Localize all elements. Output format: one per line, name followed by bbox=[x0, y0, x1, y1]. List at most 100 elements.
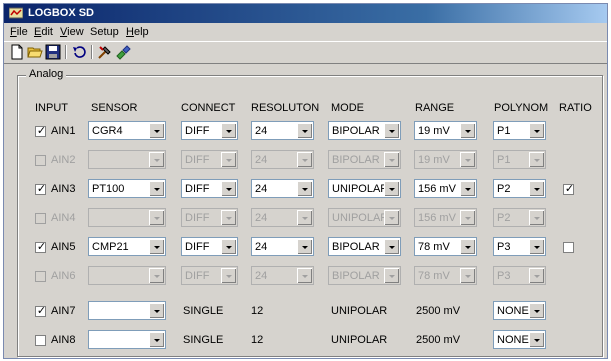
open-folder-icon[interactable] bbox=[27, 44, 43, 60]
sensor-select[interactable]: CMP21 bbox=[88, 237, 166, 256]
mode-select[interactable]: BIPOLAR bbox=[328, 237, 401, 256]
ratio-checkbox[interactable] bbox=[563, 242, 574, 253]
channel-row-ain2: AIN2 DIFF 24 BIPOLAR 19 mV P1 bbox=[0, 150, 611, 170]
settings-tools-icon[interactable] bbox=[97, 44, 113, 60]
chevron-down-icon[interactable] bbox=[529, 181, 544, 196]
header-mode: MODE bbox=[331, 102, 364, 114]
mode-select-value: BIPOLAR bbox=[332, 241, 380, 253]
title-bar[interactable]: LOGBOX SD bbox=[4, 4, 607, 23]
resolution-select[interactable]: 24 bbox=[251, 237, 314, 256]
polynom-select-value: NONE bbox=[497, 305, 529, 317]
range-select[interactable]: 19 mV bbox=[414, 121, 477, 140]
polynom-select[interactable]: NONE bbox=[493, 330, 546, 349]
chevron-down-icon bbox=[221, 210, 236, 225]
chevron-down-icon[interactable] bbox=[297, 181, 312, 196]
chevron-down-icon[interactable] bbox=[529, 332, 544, 347]
connect-select: DIFF bbox=[181, 150, 238, 169]
channel-enable-checkbox[interactable]: ✓ bbox=[35, 304, 46, 317]
chevron-down-icon[interactable] bbox=[149, 239, 164, 254]
chevron-down-icon[interactable] bbox=[460, 239, 475, 254]
resolution-select-value: 24 bbox=[255, 212, 268, 224]
chevron-down-icon[interactable] bbox=[297, 123, 312, 138]
ratio-checkbox[interactable]: ✓ bbox=[563, 182, 574, 195]
check-mark-icon: ✓ bbox=[36, 240, 47, 253]
toolbar bbox=[4, 41, 607, 64]
menu-setup[interactable]: Setup bbox=[90, 25, 119, 39]
chevron-down-icon[interactable] bbox=[460, 181, 475, 196]
mode-select-value: UNIPOLAR bbox=[332, 183, 389, 195]
resolution-select-value: 24 bbox=[255, 241, 268, 253]
connect-select-value: DIFF bbox=[185, 183, 210, 195]
sensor-select bbox=[88, 208, 166, 227]
chevron-down-icon bbox=[221, 268, 236, 283]
range-select: 19 mV bbox=[414, 150, 477, 169]
menu-help[interactable]: Help bbox=[126, 25, 149, 39]
chevron-down-icon[interactable] bbox=[529, 123, 544, 138]
chevron-down-icon[interactable] bbox=[529, 239, 544, 254]
connect-select[interactable]: DIFF bbox=[181, 237, 238, 256]
channel-name: AIN7 bbox=[51, 305, 76, 317]
channel-enable-checkbox[interactable] bbox=[35, 213, 46, 224]
connect-icon[interactable] bbox=[115, 44, 131, 60]
channel-enable-checkbox[interactable]: ✓ bbox=[35, 240, 47, 253]
polynom-select[interactable]: P3 bbox=[493, 237, 546, 256]
polynom-select[interactable]: P1 bbox=[493, 121, 546, 140]
chevron-down-icon[interactable] bbox=[221, 123, 236, 138]
app-icon bbox=[9, 7, 23, 19]
sensor-select[interactable] bbox=[88, 301, 166, 320]
chevron-down-icon bbox=[149, 152, 164, 167]
chevron-down-icon[interactable] bbox=[149, 123, 164, 138]
chevron-down-icon[interactable] bbox=[460, 123, 475, 138]
channel-enable-checkbox[interactable] bbox=[35, 155, 46, 166]
menu-edit[interactable]: Edit bbox=[34, 25, 53, 39]
save-icon[interactable] bbox=[45, 44, 61, 60]
channel-name: AIN1 bbox=[51, 125, 76, 137]
connect-select[interactable]: DIFF bbox=[181, 121, 238, 140]
polynom-select-value: P2 bbox=[497, 183, 511, 195]
connect-select[interactable]: DIFF bbox=[181, 179, 238, 198]
chevron-down-icon[interactable] bbox=[221, 239, 236, 254]
resolution-select: 24 bbox=[251, 208, 314, 227]
resolution-select[interactable]: 24 bbox=[251, 179, 314, 198]
chevron-down-icon[interactable] bbox=[529, 303, 544, 318]
channel-name: AIN8 bbox=[51, 334, 76, 346]
undo-icon[interactable] bbox=[71, 44, 87, 60]
channel-enable-checkbox[interactable] bbox=[35, 271, 46, 282]
new-document-icon[interactable] bbox=[9, 44, 25, 60]
header-resolution: RESOLUTON bbox=[251, 102, 320, 114]
toolbar-separator bbox=[65, 45, 67, 59]
polynom-select[interactable]: NONE bbox=[493, 301, 546, 320]
resolution-select[interactable]: 24 bbox=[251, 121, 314, 140]
channel-row-ain5: ✓ AIN5 CMP21 DIFF 24 BIPOLAR 78 mV P3 bbox=[0, 237, 611, 257]
menu-file[interactable]: File bbox=[10, 25, 28, 39]
chevron-down-icon[interactable] bbox=[149, 181, 164, 196]
connect-select-value: DIFF bbox=[185, 212, 210, 224]
mode-select-value: UNIPOLAR bbox=[332, 212, 389, 224]
connect-value: SINGLE bbox=[183, 334, 224, 346]
header-range: RANGE bbox=[415, 102, 455, 114]
chevron-down-icon[interactable] bbox=[221, 181, 236, 196]
chevron-down-icon bbox=[384, 152, 399, 167]
mode-select[interactable]: BIPOLAR bbox=[328, 121, 401, 140]
range-select[interactable]: 156 mV bbox=[414, 179, 477, 198]
chevron-down-icon[interactable] bbox=[149, 332, 164, 347]
chevron-down-icon[interactable] bbox=[384, 181, 399, 196]
sensor-select[interactable]: CGR4 bbox=[88, 121, 166, 140]
chevron-down-icon bbox=[529, 210, 544, 225]
chevron-down-icon[interactable] bbox=[297, 239, 312, 254]
sensor-select[interactable] bbox=[88, 330, 166, 349]
range-select[interactable]: 78 mV bbox=[414, 237, 477, 256]
chevron-down-icon bbox=[384, 268, 399, 283]
channel-enable-checkbox[interactable]: ✓ bbox=[35, 182, 46, 195]
connect-select: DIFF bbox=[181, 266, 238, 285]
resolution-select-value: 24 bbox=[255, 270, 268, 282]
chevron-down-icon[interactable] bbox=[384, 123, 399, 138]
mode-select[interactable]: UNIPOLAR bbox=[328, 179, 401, 198]
chevron-down-icon[interactable] bbox=[384, 239, 399, 254]
channel-enable-checkbox[interactable] bbox=[35, 335, 46, 346]
polynom-select[interactable]: P2 bbox=[493, 179, 546, 198]
sensor-select[interactable]: PT100 bbox=[88, 179, 166, 198]
chevron-down-icon[interactable] bbox=[149, 303, 164, 318]
channel-enable-checkbox[interactable]: ✓ bbox=[35, 124, 46, 137]
menu-view[interactable]: View bbox=[60, 25, 84, 39]
